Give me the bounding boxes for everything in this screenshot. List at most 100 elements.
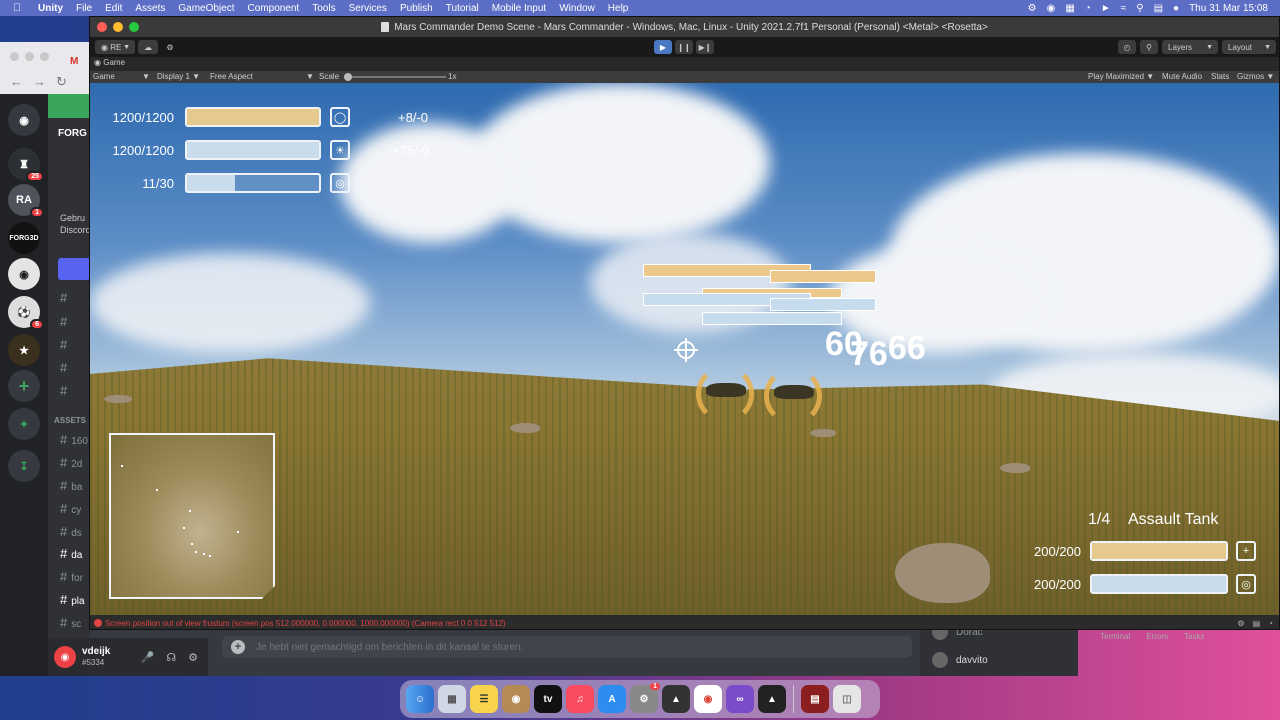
slider-knob[interactable] [344,73,352,81]
channel-item[interactable]: # [60,314,71,329]
pause-button[interactable]: ❙❙ [675,40,693,54]
chrome-icon[interactable]: ◉ [694,685,722,713]
channel-item[interactable]: # [60,383,71,398]
channel-item[interactable]: # for [60,569,83,584]
close-icon[interactable] [97,22,107,32]
menu-component[interactable]: Component [248,3,300,14]
timer-icon[interactable]: ◔ [1085,3,1091,14]
tab-game[interactable]: ◉ Game [94,58,125,67]
progress-icon[interactable]: ◔ [1268,619,1273,628]
headphones-icon[interactable]: ☊ [166,651,176,664]
history-icon[interactable]: ◴ [1118,40,1136,54]
menu-help[interactable]: Help [608,3,629,14]
siri-icon[interactable]: ● [1173,3,1179,14]
files-icon[interactable]: ▤ [801,685,829,713]
server-soccer[interactable]: ⚽ 6 [8,296,44,330]
control-icon[interactable]: ▦ [1065,3,1074,14]
browser-nav-arrows-icon[interactable]: ←→↻ [10,74,77,90]
category-assets[interactable]: ASSETS [54,416,86,425]
play-status-icon[interactable]: ► [1101,3,1111,14]
unity-status-icon[interactable]: ⚙ [1028,3,1037,14]
zoom-icon[interactable] [129,22,139,32]
gmail-icon[interactable]: M [70,56,78,67]
game-view[interactable]: 1200/1200 ◯ +8/-0 1200/1200 ☀ +75/-0 11/… [90,83,1279,615]
menu-assets[interactable]: Assets [135,3,165,14]
channel-item[interactable]: #2d [60,455,82,470]
avatar[interactable]: ◉ [54,646,76,668]
server-dinosaur[interactable]: ◉ [8,258,40,290]
chat-input[interactable]: + Je hebt niet gemachtigd om berichten i… [222,636,912,658]
channel-item[interactable]: # da [60,546,82,561]
step-button[interactable]: ▶❙ [696,40,714,54]
apple-icon[interactable]:  [10,2,24,14]
layers-dropdown[interactable]: Layers ▼ [1162,40,1218,54]
tab-tasks[interactable]: Tasks [1184,632,1204,641]
display-mode-dropdown[interactable]: Game [93,72,115,81]
menu-window[interactable]: Window [559,3,595,14]
stats-toggle[interactable]: Stats [1211,72,1229,81]
discord-notice-bar[interactable] [48,94,90,118]
tv-icon[interactable]: tv [534,685,562,713]
control-center-icon[interactable]: ▤ [1154,3,1163,14]
settings-icon[interactable]: ⚙ 1 [630,683,660,713]
visual-studio-icon[interactable]: ∞ [726,685,754,713]
play-maximized-dropdown[interactable]: Play Maximized ▼ [1088,72,1154,81]
layers-icon[interactable]: ▤ [1253,619,1261,628]
minimize-icon[interactable] [113,22,123,32]
plus-icon[interactable]: + [1236,541,1256,561]
play-button[interactable]: ▶ [654,40,672,54]
wifi-icon[interactable]: ≈ [1121,3,1127,14]
launchpad-icon[interactable]: ▦ [438,685,466,713]
channel-item[interactable]: # ds [60,524,82,539]
menu-file[interactable]: File [76,3,92,14]
debug-icon[interactable]: ⚙ [1237,619,1244,628]
tab-errors[interactable]: Errors [1146,632,1168,641]
boost-button[interactable] [58,258,90,280]
channel-item[interactable]: # [60,290,71,305]
target-icon[interactable]: ◎ [330,173,350,193]
channel-item[interactable]: # sc [60,615,81,630]
menu-tutorial[interactable]: Tutorial [446,3,479,14]
cloud-icon[interactable]: ☁ [138,40,158,54]
attach-plus-icon[interactable]: + [231,640,245,654]
server-game[interactable]: ★ [8,334,40,366]
console-message[interactable]: Screen position out of view frustum (scr… [105,619,506,628]
tab-terminal[interactable]: Terminal [1100,632,1130,641]
channel-item[interactable]: # [60,360,71,375]
channel-item[interactable]: # cy [60,501,81,516]
unity-icon[interactable]: ▲ [758,685,786,713]
target-icon[interactable]: ◎ [1236,574,1256,594]
menu-services[interactable]: Services [349,3,387,14]
discord-home-icon[interactable]: ◉ [8,104,40,136]
gizmos-dropdown[interactable]: Gizmos ▼ [1237,72,1274,81]
menu-publish[interactable]: Publish [400,3,433,14]
scale-slider[interactable] [344,73,446,81]
menu-edit[interactable]: Edit [105,3,122,14]
notes-icon[interactable]: ☰ [470,685,498,713]
enemy-unit[interactable] [706,383,746,397]
mute-mic-icon[interactable]: 🎤 [141,651,155,664]
download-icon[interactable]: ↧ [8,450,40,482]
app-store-icon[interactable]: A [598,685,626,713]
channel-item[interactable]: # pla [60,592,85,607]
server-header[interactable]: FORG [58,128,87,139]
menu-app-unity[interactable]: Unity [38,3,63,14]
add-server-icon[interactable]: + [8,370,40,402]
clock[interactable]: Thu 31 Mar 15:08 [1189,3,1268,14]
server-ra[interactable]: RA 1 [8,184,44,218]
dropbox-icon[interactable]: ◉ [1047,3,1056,14]
menu-gameobject[interactable]: GameObject [178,3,234,14]
channel-item[interactable]: #160 [60,432,88,447]
search-icon[interactable]: ⚲ [1140,40,1158,54]
console-status-bar[interactable]: Screen position out of view frustum (scr… [90,615,1279,629]
finder-icon[interactable]: ☺ [406,685,434,713]
aspect-dropdown[interactable]: Free Aspect [210,72,253,81]
display-dropdown[interactable]: Display 1 ▼ [157,72,200,81]
trash-icon[interactable]: ◫ [833,685,861,713]
enemy-unit[interactable] [774,385,814,399]
account-dropdown[interactable]: ◉ RE ▼ [95,40,135,54]
contacts-icon[interactable]: ◉ [502,685,530,713]
mute-audio-toggle[interactable]: Mute Audio [1162,72,1202,81]
music-icon[interactable]: ♫ [566,685,594,713]
explore-icon[interactable]: ✦ [8,408,40,440]
